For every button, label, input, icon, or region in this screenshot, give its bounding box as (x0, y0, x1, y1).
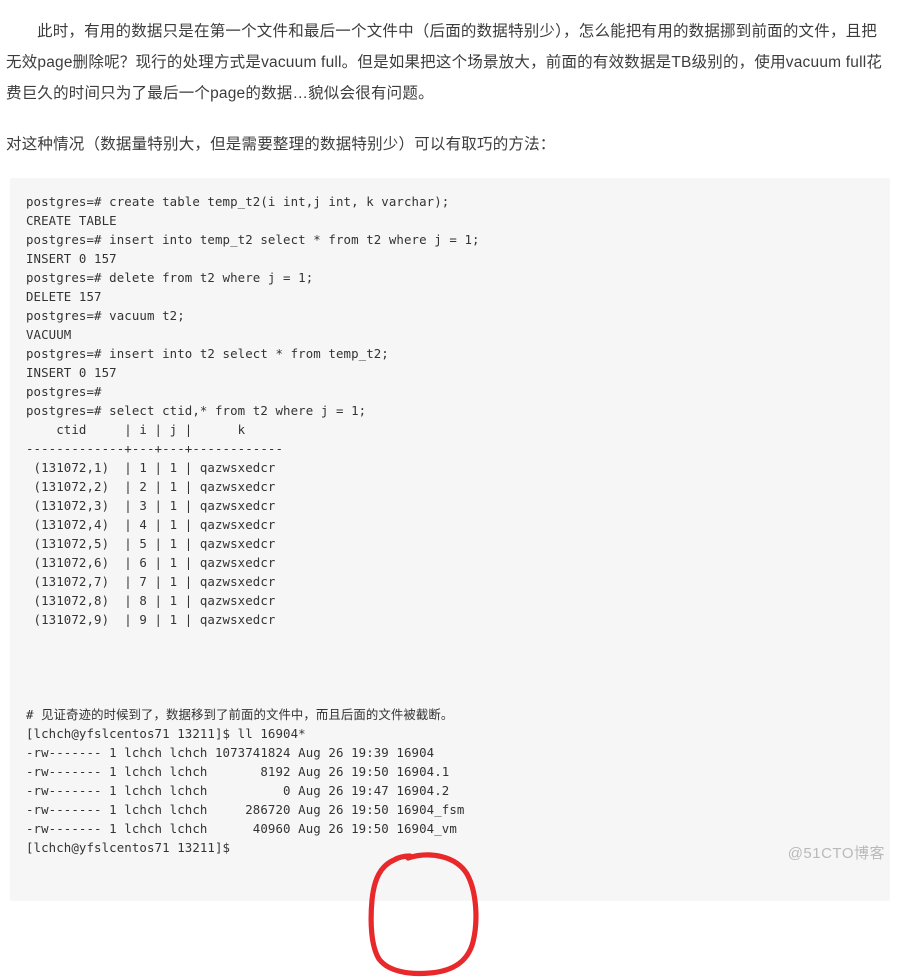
code-line: [lchch@yfslcentos71 13211]$ (26, 840, 231, 855)
second-paragraph: 对这种情况（数据量特别大，但是需要整理的数据特别少）可以有取巧的方法： (6, 136, 556, 153)
code-line: -rw------- 1 lchch lchch 1073741824 Aug … (26, 745, 435, 760)
code-line: (131072,5) | 5 | 1 | qazwsxedcr (26, 536, 276, 551)
code-line: postgres=# delete from t2 where j = 1; (26, 270, 314, 285)
code-line: VACUUM (26, 327, 72, 342)
code-line: (131072,3) | 3 | 1 | qazwsxedcr (26, 498, 276, 513)
red-circle-annotation (368, 852, 479, 977)
code-line: INSERT 0 157 (26, 251, 117, 266)
code-line: CREATE TABLE (26, 213, 117, 228)
code-line: INSERT 0 157 (26, 365, 117, 380)
code-line: (131072,1) | 1 | 1 | qazwsxedcr (26, 460, 276, 475)
code-line: -rw------- 1 lchch lchch 8192 Aug 26 19:… (26, 764, 450, 779)
code-line: postgres=# vacuum t2; (26, 308, 185, 323)
intro-paragraph: 此时，有用的数据只是在第一个文件和最后一个文件中（后面的数据特别少），怎么能把有… (6, 23, 883, 102)
code-line: (131072,6) | 6 | 1 | qazwsxedcr (26, 555, 276, 570)
code-line: -rw------- 1 lchch lchch 286720 Aug 26 1… (26, 802, 465, 817)
code-line: ctid | i | j | k (26, 422, 246, 437)
code-line: # 见证奇迹的时候到了，数据移到了前面的文件中，而且后面的文件被截断。 (26, 707, 454, 722)
code-line: postgres=# select ctid,* from t2 where j… (26, 403, 367, 418)
terminal-code-block: postgres=# create table temp_t2(i int,j … (10, 178, 890, 977)
code-line: postgres=# insert into t2 select * from … (26, 346, 389, 361)
code-line: postgres=# (26, 384, 102, 399)
code-line: postgres=# insert into temp_t2 select * … (26, 232, 480, 247)
code-line: -rw------- 1 lchch lchch 0 Aug 26 19:47 … (26, 783, 450, 798)
code-line: (131072,2) | 2 | 1 | qazwsxedcr (26, 479, 276, 494)
article-body: 此时，有用的数据只是在第一个文件和最后一个文件中（后面的数据特别少），怎么能把有… (0, 0, 903, 977)
code-line: postgres=# create table temp_t2(i int,j … (26, 194, 450, 209)
code-line: (131072,4) | 4 | 1 | qazwsxedcr (26, 517, 276, 532)
code-line: [lchch@yfslcentos71 13211]$ ll 16904* (26, 726, 306, 741)
code-line: (131072,9) | 9 | 1 | qazwsxedcr (26, 612, 276, 627)
code-line: (131072,8) | 8 | 1 | qazwsxedcr (26, 593, 276, 608)
code-line: (131072,7) | 7 | 1 | qazwsxedcr (26, 574, 276, 589)
code-line: -------------+---+---+------------ (26, 441, 284, 456)
site-watermark: @51CTO博客 (787, 845, 885, 862)
code-line: DELETE 157 (26, 289, 102, 304)
terminal-output-text: postgres=# create table temp_t2(i int,j … (26, 192, 890, 857)
code-line: -rw------- 1 lchch lchch 40960 Aug 26 19… (26, 821, 457, 836)
